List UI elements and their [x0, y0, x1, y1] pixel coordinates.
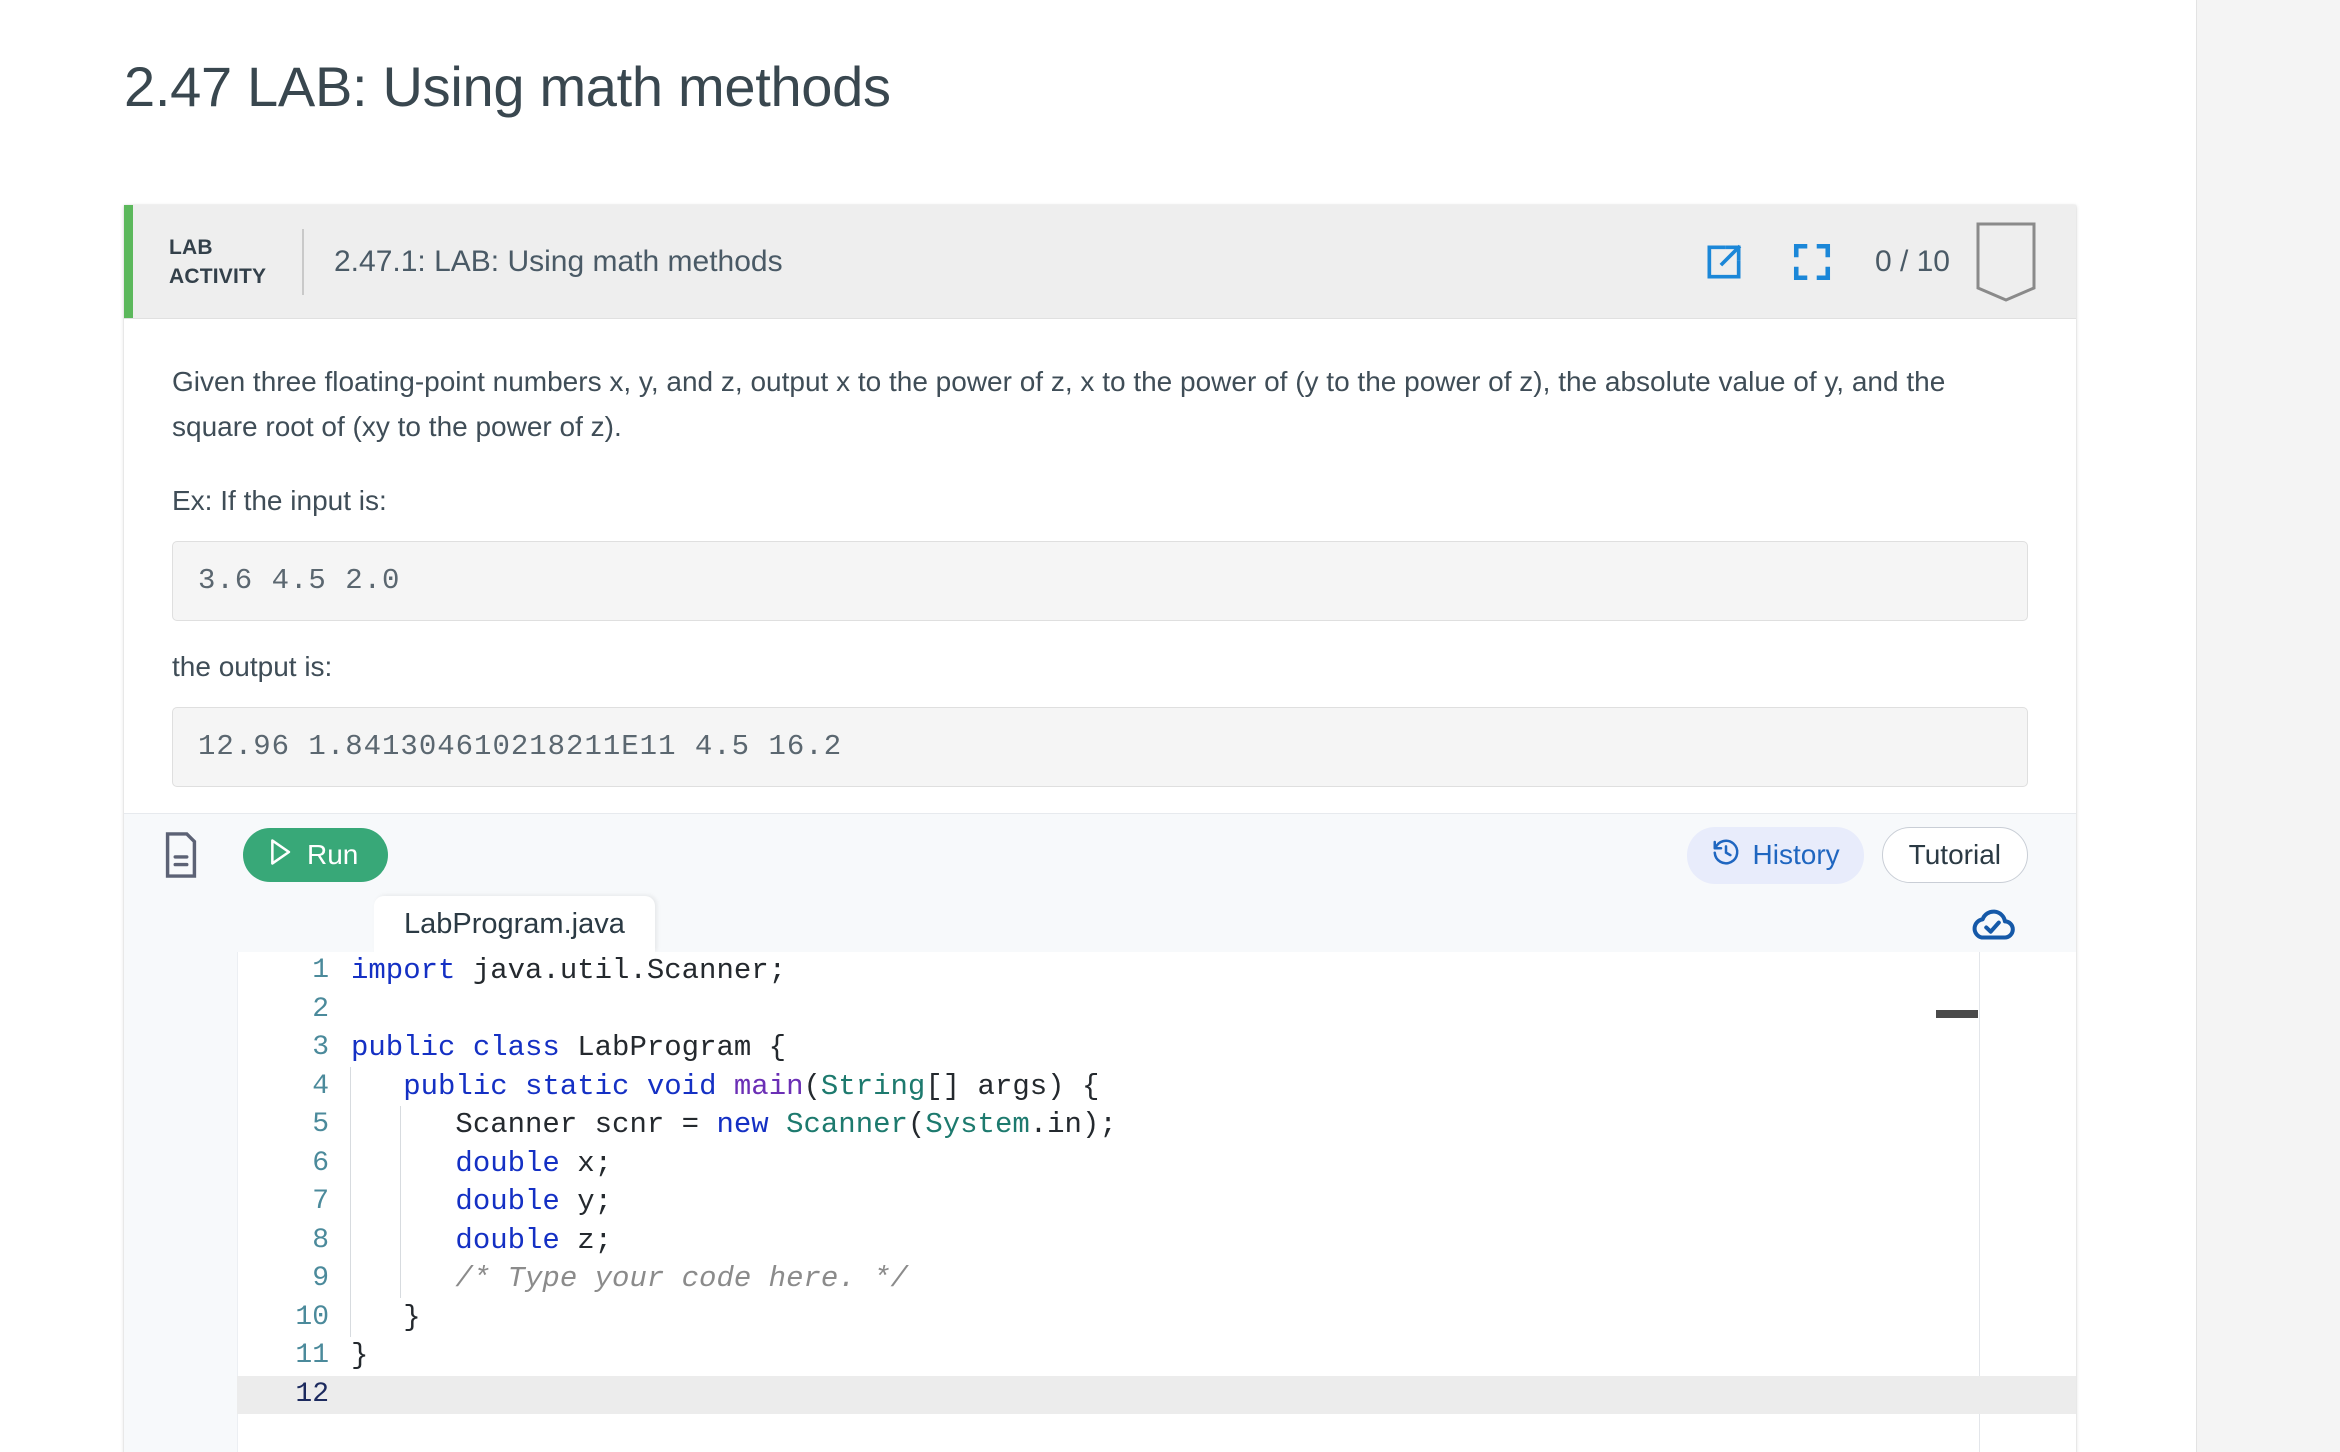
right-gutter-strip: [2196, 0, 2340, 1452]
code-line[interactable]: 7 double y;: [237, 1183, 2076, 1222]
problem-description: Given three floating-point numbers x, y,…: [172, 366, 1946, 442]
history-button[interactable]: History: [1686, 826, 1864, 884]
code-text: double x;: [455, 1146, 613, 1180]
code-line[interactable]: 11}: [237, 1337, 2076, 1376]
code-editor: Run History Tutorial LabProgram.java 1 i…: [124, 813, 2076, 1452]
indent-guide: [400, 1106, 401, 1298]
header-divider: [302, 228, 304, 295]
code-text: import java.util.Scanner;: [351, 954, 787, 987]
line-number: 10: [295, 1301, 329, 1333]
line-number: 11: [295, 1340, 329, 1371]
code-text: double z;: [455, 1223, 613, 1257]
example-input-box: 3.6 4.5 2.0: [172, 541, 2028, 621]
activity-title: 2.47.1: LAB: Using math methods: [334, 244, 783, 278]
line-number: 3: [312, 1032, 329, 1063]
line-number: 8: [312, 1224, 329, 1256]
code-line[interactable]: 10 }: [237, 1299, 2076, 1338]
code-text: /* Type your code here. */: [455, 1262, 908, 1295]
code-line[interactable]: 12: [237, 1375, 2076, 1414]
code-text: double y;: [455, 1185, 613, 1218]
code-text: public static void main(String[] args) {: [403, 1069, 1100, 1103]
code-left-pad: [124, 952, 238, 1452]
code-text: }: [351, 1300, 421, 1334]
activity-type-line2: ACTIVITY: [169, 264, 267, 288]
editor-toolbar: Run History Tutorial: [124, 814, 2076, 896]
editor-toolbar-right: History Tutorial: [1686, 826, 2076, 884]
run-button-label: Run: [307, 839, 359, 870]
line-number: 9: [312, 1263, 329, 1294]
code-line[interactable]: 1 import java.util.Scanner;: [237, 952, 2076, 991]
history-label: History: [1752, 839, 1840, 870]
code-text: Scanner scnr = new Scanner(System.in);: [351, 1108, 1117, 1141]
indent-guide: [350, 1067, 351, 1337]
tutorial-button[interactable]: Tutorial: [1881, 827, 2028, 883]
code-lines: 1 import java.util.Scanner; 2 3 public class…: [237, 952, 2076, 1414]
run-button[interactable]: Run: [243, 828, 389, 882]
activity-type-label: LAB ACTIVITY: [169, 233, 294, 291]
line-number: 1: [312, 955, 329, 986]
line-number: 12: [295, 1378, 329, 1410]
code-line[interactable]: 2: [237, 991, 2076, 1030]
code-area[interactable]: 1 import java.util.Scanner; 2 3 public class…: [124, 952, 2076, 1452]
code-line[interactable]: 6 double x;: [237, 1145, 2076, 1184]
line-number: 7: [312, 1186, 329, 1217]
code-line[interactable]: 5 Scanner scnr = new Scanner(System.in);: [237, 1106, 2076, 1145]
fullscreen-icon[interactable]: [1787, 237, 1837, 287]
activity-accent-bar: [124, 205, 133, 318]
editor-tab-row: LabProgram.java: [124, 896, 2076, 952]
line-number: 2: [312, 993, 329, 1025]
code-line[interactable]: 9 /* Type your code here. */: [237, 1260, 2076, 1299]
file-tab-labprogram[interactable]: LabProgram.java: [374, 896, 655, 952]
history-clock-icon: [1711, 837, 1741, 874]
document-icon[interactable]: [157, 831, 205, 879]
line-number: 5: [312, 1109, 329, 1140]
output-intro: the output is:: [172, 651, 333, 682]
code-line[interactable]: 3 public class LabProgram {: [237, 1029, 2076, 1068]
lab-activity-card: LAB ACTIVITY 2.47.1: LAB: Using math met…: [124, 205, 2076, 1452]
line-number: 4: [312, 1070, 329, 1102]
example-output-box: 12.96 1.841304610218211E11 4.5 16.2: [172, 707, 2028, 787]
bookmark-ribbon-icon: [1974, 222, 2038, 302]
code-line[interactable]: 4 public static void main(String[] args)…: [237, 1068, 2076, 1107]
activity-header: LAB ACTIVITY 2.47.1: LAB: Using math met…: [124, 205, 2076, 319]
activity-type-line1: LAB: [169, 235, 213, 259]
line-number: 6: [312, 1147, 329, 1179]
cloud-saved-icon: [1965, 898, 2021, 950]
code-line[interactable]: 8 double z;: [237, 1222, 2076, 1261]
activity-body: Given three floating-point numbers x, y,…: [124, 319, 2076, 787]
code-text: public class LabProgram {: [351, 1031, 787, 1064]
page-title: 2.47 LAB: Using math methods: [124, 55, 891, 118]
example-intro: Ex: If the input is:: [172, 485, 387, 516]
activity-header-actions: 0 / 10: [1699, 205, 2076, 318]
score-display: 0 / 10: [1874, 244, 1950, 278]
external-link-icon[interactable]: [1699, 237, 1749, 287]
play-icon: [267, 838, 293, 873]
code-text: }: [351, 1339, 369, 1372]
page-root: 2.47 LAB: Using math methods LAB ACTIVIT…: [0, 0, 2340, 1452]
